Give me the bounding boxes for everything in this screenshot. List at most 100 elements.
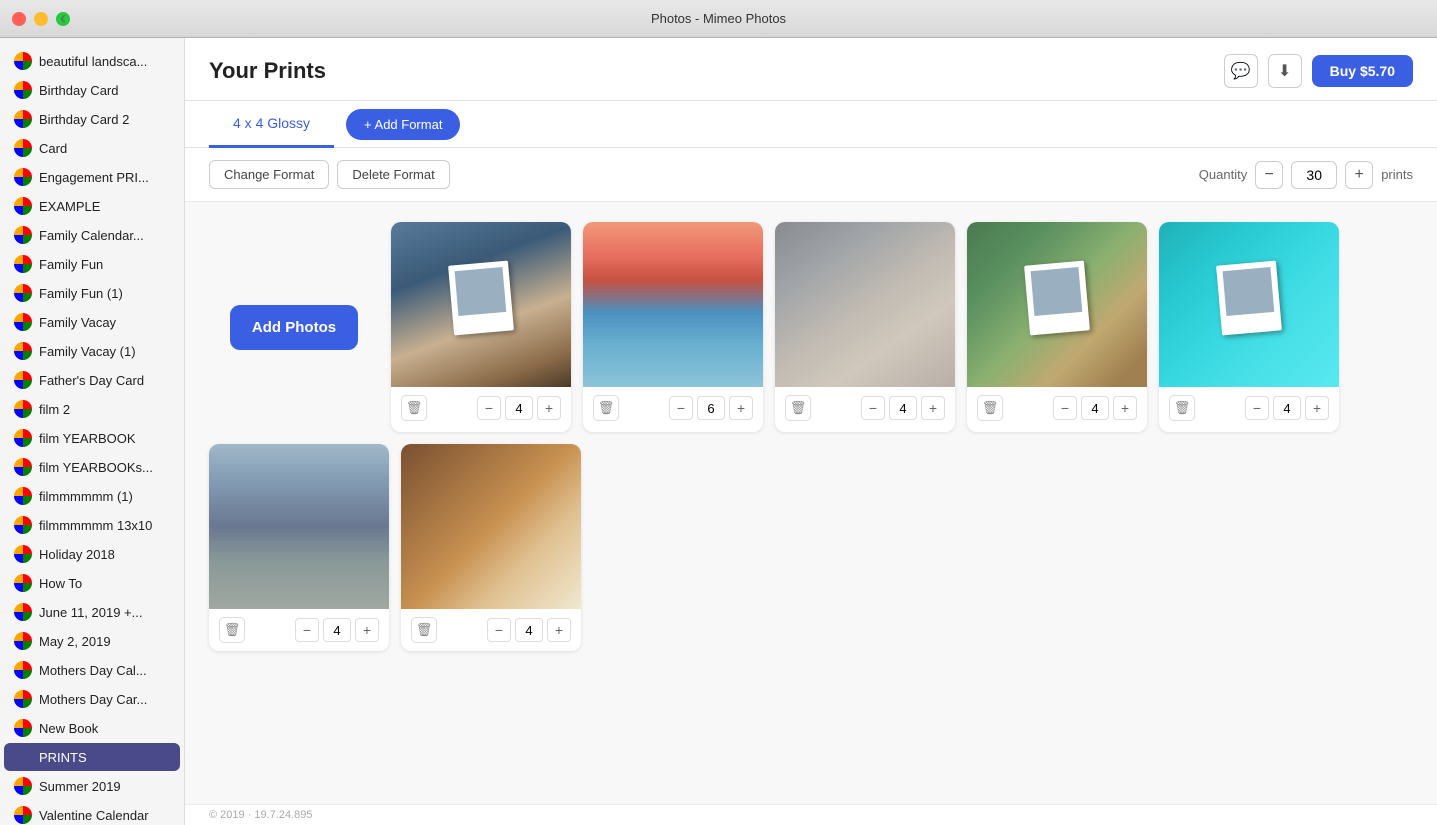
plus-icon: + xyxy=(363,622,371,638)
sidebar-item-family-vacay[interactable]: Family Vacay xyxy=(4,308,180,336)
sidebar-item-label: Family Fun (1) xyxy=(39,286,123,301)
buy-button[interactable]: Buy $5.70 xyxy=(1312,55,1413,87)
sidebar-item-family-fun[interactable]: Family Fun xyxy=(4,250,180,278)
sidebar-dot-icon xyxy=(14,661,32,679)
photo-qty-minus-button[interactable]: − xyxy=(295,618,319,642)
photo-qty-value: 4 xyxy=(323,618,351,642)
sidebar-item-label: Family Fun xyxy=(39,257,103,272)
photo-qty-plus-button[interactable]: + xyxy=(729,396,753,420)
minus-icon: − xyxy=(869,400,877,416)
trash-icon: 🗑 xyxy=(416,622,433,638)
photo-thumbnail xyxy=(775,222,955,387)
trash-icon: 🗑 xyxy=(406,400,423,416)
sidebar-item-family-fun-1[interactable]: Family Fun (1) xyxy=(4,279,180,307)
photo-qty-plus-button[interactable]: + xyxy=(921,396,945,420)
photo-qty-plus-button[interactable]: + xyxy=(355,618,379,642)
sidebar-item-family-vacay-1[interactable]: Family Vacay (1) xyxy=(4,337,180,365)
sidebar-item-valentine-calendar[interactable]: Valentine Calendar xyxy=(4,801,180,825)
sidebar-item-mothers-day-car[interactable]: Mothers Day Car... xyxy=(4,685,180,713)
photo-qty-plus-button[interactable]: + xyxy=(1113,396,1137,420)
sidebar-item-new-book[interactable]: New Book xyxy=(4,714,180,742)
sidebar-item-filmmmmmm-1[interactable]: filmmmmmm (1) xyxy=(4,482,180,510)
photo-delete-button[interactable]: 🗑 xyxy=(977,395,1003,421)
message-button[interactable]: 💬 xyxy=(1224,54,1258,88)
sidebar-item-film-yearbook[interactable]: film YEARBOOK xyxy=(4,424,180,452)
photo-qty-controls: −4 + xyxy=(295,618,379,642)
photo-thumbnail xyxy=(1159,222,1339,387)
sidebar-item-fathers-day-card[interactable]: Father's Day Card xyxy=(4,366,180,394)
plus-icon: + xyxy=(737,400,745,416)
main-content: Your Prints 💬 ⬇ Buy $5.70 4 x 4 Glossy +… xyxy=(185,38,1437,825)
change-format-button[interactable]: Change Format xyxy=(209,160,329,189)
photo-qty-minus-button[interactable]: − xyxy=(669,396,693,420)
trash-icon: 🗑 xyxy=(1174,400,1191,416)
back-button[interactable]: ‹ xyxy=(60,8,66,29)
sidebar-item-label: Card xyxy=(39,141,67,156)
sidebar-dot-icon xyxy=(14,400,32,418)
add-photos-button[interactable]: Add Photos xyxy=(230,305,358,350)
photo-thumbnail xyxy=(401,444,581,609)
photo-controls: 🗑−4+ xyxy=(401,609,581,651)
photo-card: 🗑 −6+ xyxy=(583,222,763,432)
header-actions: 💬 ⬇ Buy $5.70 xyxy=(1224,54,1413,88)
sidebar-item-june-11-2019[interactable]: June 11, 2019 +... xyxy=(4,598,180,626)
prints-label: prints xyxy=(1381,167,1413,182)
photo-qty-plus-button[interactable]: + xyxy=(1305,396,1329,420)
photo-qty-minus-button[interactable]: − xyxy=(1053,396,1077,420)
sidebar-dot-icon xyxy=(14,748,32,766)
photo-qty-minus-button[interactable]: − xyxy=(487,618,511,642)
sidebar-item-label: Birthday Card 2 xyxy=(39,112,129,127)
photo-qty-controls: −4+ xyxy=(477,396,561,420)
tab-4x4-glossy[interactable]: 4 x 4 Glossy xyxy=(209,101,334,148)
photo-qty-minus-button[interactable]: − xyxy=(1245,396,1269,420)
sidebar-item-beautiful-landscapes[interactable]: beautiful landsca... xyxy=(4,47,180,75)
quantity-value: 30 xyxy=(1291,161,1337,189)
sidebar-item-holiday-2018[interactable]: Holiday 2018 xyxy=(4,540,180,568)
quantity-minus-button[interactable]: − xyxy=(1255,161,1283,189)
sidebar-item-summer-2019[interactable]: Summer 2019 xyxy=(4,772,180,800)
delete-format-button[interactable]: Delete Format xyxy=(337,160,449,189)
photo-delete-button[interactable]: 🗑 xyxy=(785,395,811,421)
quantity-plus-button[interactable]: + xyxy=(1345,161,1373,189)
sidebar-item-label: EXAMPLE xyxy=(39,199,100,214)
sidebar-item-film-2[interactable]: film 2 xyxy=(4,395,180,423)
sidebar-item-label: Mothers Day Car... xyxy=(39,692,147,707)
sidebar-item-birthday-card[interactable]: Birthday Card xyxy=(4,76,180,104)
download-icon: ⬇ xyxy=(1278,61,1291,81)
sidebar-item-prints[interactable]: PRINTS xyxy=(4,743,180,771)
sidebar-item-label: Summer 2019 xyxy=(39,779,121,794)
photo-qty-plus-button[interactable]: + xyxy=(547,618,571,642)
sidebar-item-film-yearbooks[interactable]: film YEARBOOKs... xyxy=(4,453,180,481)
photo-thumbnail xyxy=(391,222,571,387)
sidebar-item-mothers-day-cal[interactable]: Mothers Day Cal... xyxy=(4,656,180,684)
photo-delete-button[interactable]: 🗑 xyxy=(219,617,245,643)
close-button[interactable] xyxy=(12,12,26,26)
sidebar-item-label: How To xyxy=(39,576,82,591)
sidebar-item-card[interactable]: Card xyxy=(4,134,180,162)
download-button[interactable]: ⬇ xyxy=(1268,54,1302,88)
photo-qty-minus-button[interactable]: − xyxy=(477,396,501,420)
sidebar-dot-icon xyxy=(14,458,32,476)
photo-delete-button[interactable]: 🗑 xyxy=(401,395,427,421)
add-format-button[interactable]: + Add Format xyxy=(346,109,460,140)
plus-icon: + xyxy=(545,400,553,416)
sidebar-item-engagement-pri[interactable]: Engagement PRI... xyxy=(4,163,180,191)
photo-qty-minus-button[interactable]: − xyxy=(861,396,885,420)
sidebar-dot-icon xyxy=(14,371,32,389)
sidebar-item-may-2-2019[interactable]: May 2, 2019 xyxy=(4,627,180,655)
sidebar-item-family-calendar[interactable]: Family Calendar... xyxy=(4,221,180,249)
photo-delete-button[interactable]: 🗑 xyxy=(593,395,619,421)
photo-qty-controls: −6+ xyxy=(669,396,753,420)
sidebar-item-how-to[interactable]: How To xyxy=(4,569,180,597)
minus-icon: − xyxy=(1061,400,1069,416)
sidebar-item-filmmmmmm-13x10[interactable]: filmmmmmm 13x10 xyxy=(4,511,180,539)
minus-icon: − xyxy=(1265,166,1274,184)
photo-controls: 🗑 −4 + xyxy=(209,609,389,651)
photo-delete-button[interactable]: 🗑 xyxy=(411,617,437,643)
photos-grid: Add Photos 🗑−4+🗑−6+🗑−4+🗑−4+🗑−4+🗑−4+🗑−4+ xyxy=(209,222,1413,651)
photo-delete-button[interactable]: 🗑 xyxy=(1169,395,1195,421)
sidebar-item-birthday-card-2[interactable]: Birthday Card 2 xyxy=(4,105,180,133)
minimize-button[interactable] xyxy=(34,12,48,26)
photo-qty-plus-button[interactable]: + xyxy=(537,396,561,420)
sidebar-item-example[interactable]: EXAMPLE xyxy=(4,192,180,220)
